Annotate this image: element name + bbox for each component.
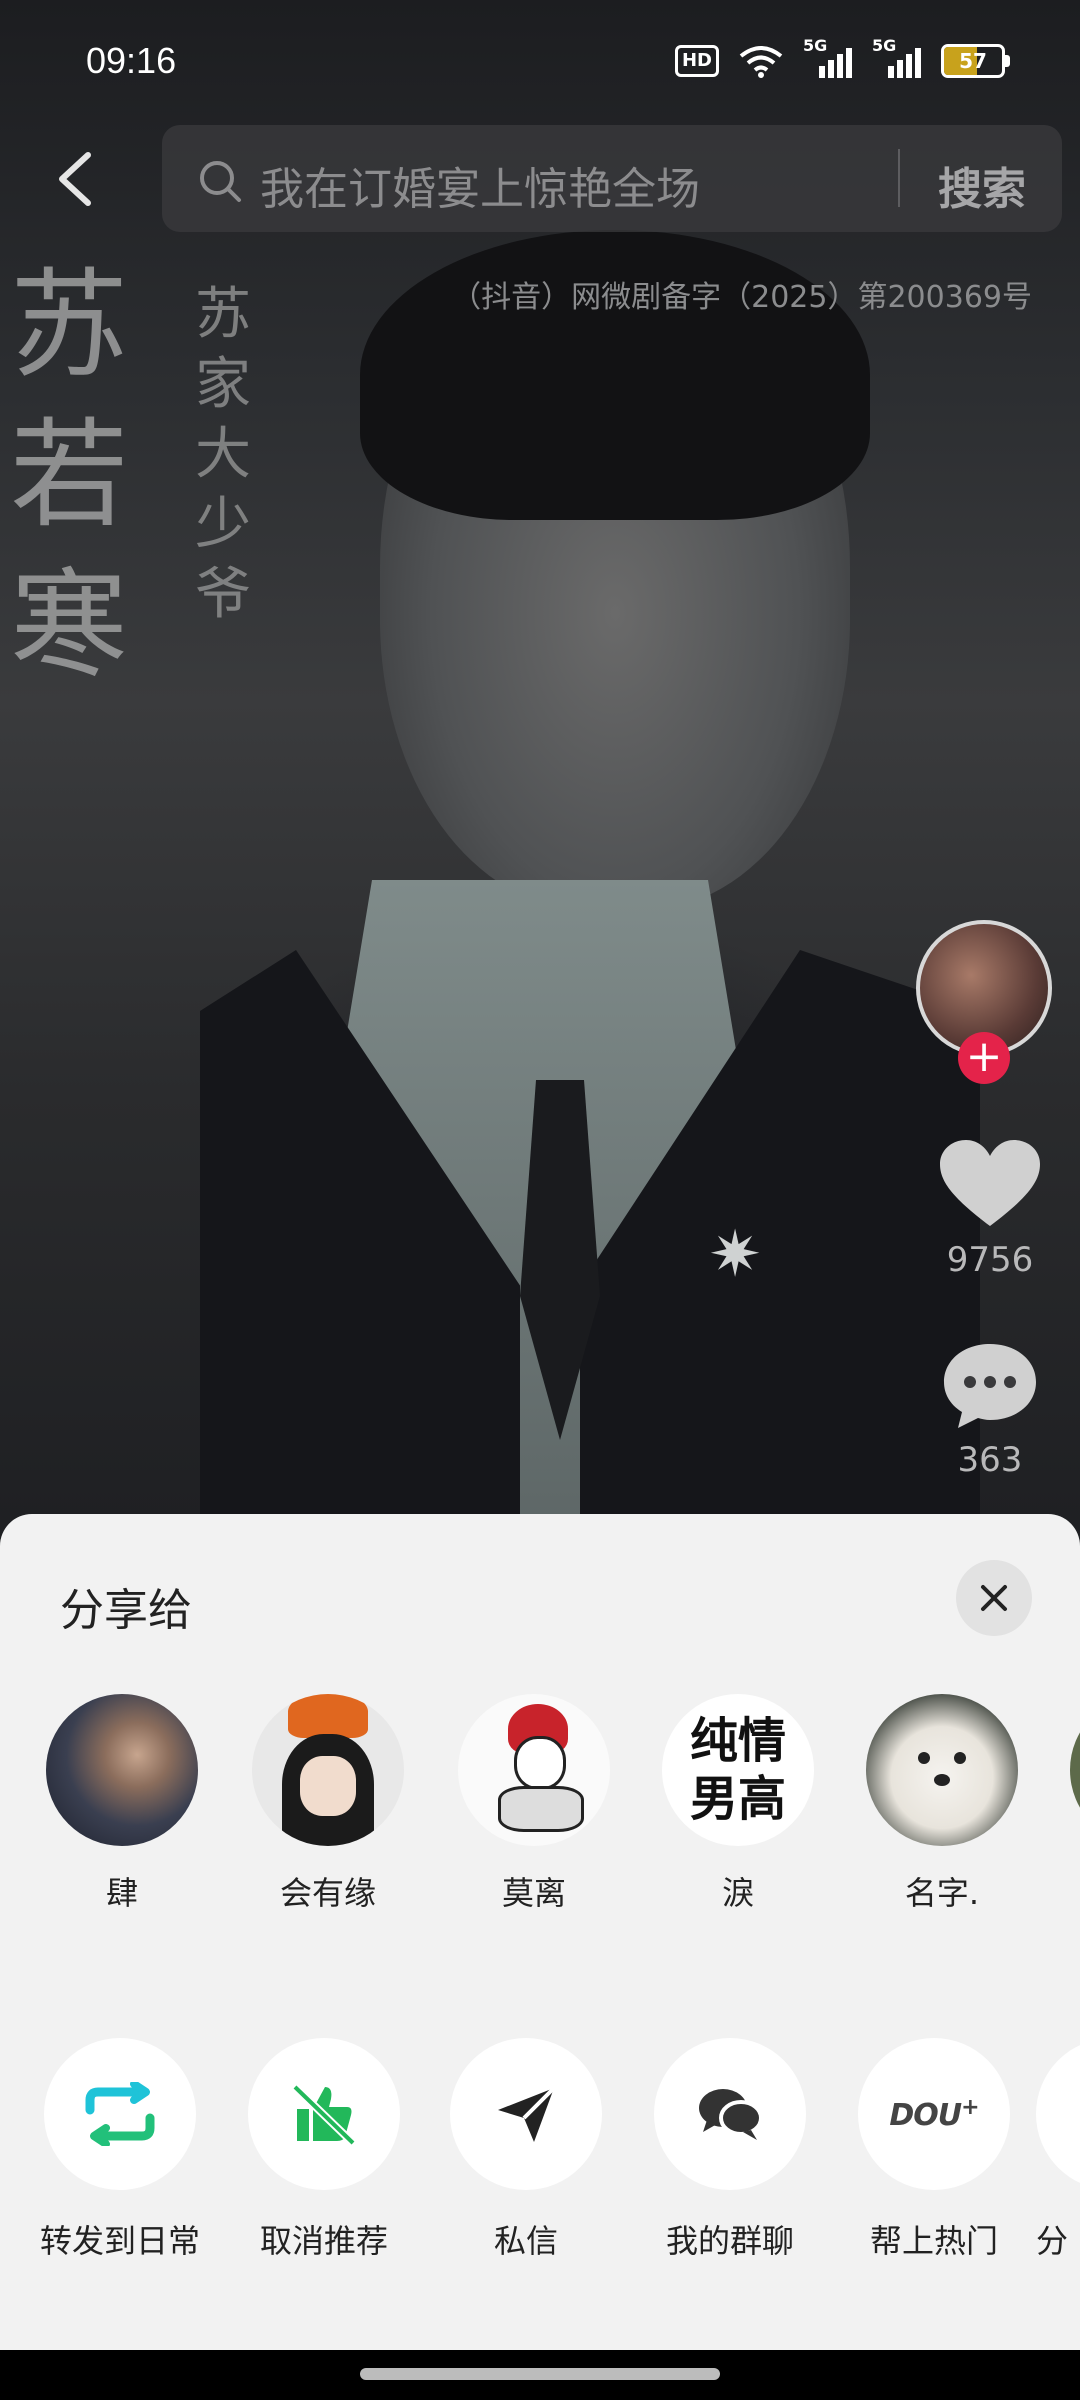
system-nav-bar xyxy=(0,2350,1080,2400)
repost-label: 转发到日常 xyxy=(39,2222,200,2260)
dou-plus-button[interactable]: DOU+ 帮上热门 xyxy=(834,2038,1034,2262)
contact-avatar: 纯情 男高 xyxy=(662,1694,814,1846)
close-button[interactable] xyxy=(956,1560,1032,1636)
cancel-recommend-icon xyxy=(292,2084,356,2145)
search-button[interactable]: 搜索 xyxy=(938,153,1026,217)
more-share-button[interactable]: 分 xyxy=(1036,2038,1080,2262)
contact-item[interactable]: 名字. xyxy=(852,1694,1032,1914)
contact-item[interactable]: 纯情 男高 淚 xyxy=(648,1694,828,1914)
group-chat-button[interactable]: 我的群聊 xyxy=(630,2038,830,2262)
cancel-recommend-circle xyxy=(248,2038,400,2190)
contact-item[interactable]: 会有缘 xyxy=(238,1694,418,1914)
network-type-2: 5G xyxy=(872,36,897,55)
hd-voice-icon: HD xyxy=(674,45,719,77)
dou-plus-icon: DOU+ xyxy=(889,2095,979,2133)
contact-name: 莫离 xyxy=(501,1874,566,1912)
close-icon xyxy=(981,1585,1007,1611)
status-time: 09:16 xyxy=(86,40,177,81)
repost-button[interactable]: 转发到日常 xyxy=(20,2038,220,2262)
calligraphy-name: 苏若寒 xyxy=(10,256,129,694)
search-row: 我在订婚宴上惊艳全场 搜索 xyxy=(0,125,1080,235)
battery-level: 57 xyxy=(959,49,987,73)
battery-icon: 57 xyxy=(941,44,1010,78)
search-divider xyxy=(898,149,900,207)
contact-name: 淚 xyxy=(721,1874,754,1912)
contact-name: 肆 xyxy=(105,1874,138,1912)
comment-count: 363 xyxy=(957,1440,1023,1480)
search-box[interactable]: 我在订婚宴上惊艳全场 搜索 xyxy=(162,125,1062,232)
contact-name: 会有缘 xyxy=(279,1874,376,1912)
brooch-icon: ✷ xyxy=(708,1218,762,1292)
follow-plus-icon[interactable]: + xyxy=(958,1032,1010,1084)
comment-icon xyxy=(944,1344,1036,1428)
screen: ✷ 苏若寒 苏家大少爷 （抖音）网微剧备字（2025）第200369号 09:1… xyxy=(0,0,1080,2400)
home-indicator[interactable] xyxy=(360,2368,720,2380)
contact-name: 名字. xyxy=(904,1874,980,1912)
private-message-button[interactable]: 私信 xyxy=(426,2038,626,2262)
repost-icon xyxy=(85,2082,155,2146)
contact-avatar xyxy=(458,1694,610,1846)
more-share-circle xyxy=(1036,2038,1080,2190)
dou-plus-circle: DOU+ xyxy=(858,2038,1010,2190)
contact-avatar xyxy=(46,1694,198,1846)
wifi-icon xyxy=(739,46,783,78)
contact-item[interactable]: 肆 xyxy=(32,1694,212,1914)
license-text: （抖音）网微剧备字（2025）第200369号 xyxy=(451,280,1032,315)
contact-item-partial[interactable] xyxy=(1070,1694,1080,1846)
group-chat-label: 我的群聊 xyxy=(665,2222,794,2260)
dou-plus-label: 帮上热门 xyxy=(869,2222,998,2260)
private-message-circle xyxy=(450,2038,602,2190)
group-chat-circle xyxy=(654,2038,806,2190)
share-sheet-title: 分享给 xyxy=(60,1585,192,1636)
status-bar: 09:16 HD 5G 5G 57 xyxy=(0,0,1080,120)
calligraphy-title: 苏家大少爷 xyxy=(195,282,251,627)
repost-circle xyxy=(44,2038,196,2190)
dou-plus-icon-text: DOU xyxy=(889,2098,962,2133)
like-button[interactable]: 9756 xyxy=(910,1140,1070,1280)
group-chat-icon xyxy=(699,2089,763,2140)
more-share-label: 分 xyxy=(1036,2222,1069,2260)
heart-icon xyxy=(940,1140,1040,1226)
search-input[interactable]: 我在订婚宴上惊艳全场 xyxy=(260,153,700,217)
contact-avatar-text: 纯情 xyxy=(689,1713,786,1769)
send-icon xyxy=(498,2086,556,2142)
like-count: 9756 xyxy=(946,1240,1034,1280)
contact-avatar xyxy=(866,1694,1018,1846)
contact-avatar xyxy=(252,1694,404,1846)
contact-avatar xyxy=(1070,1694,1080,1846)
contact-avatar-text: 男高 xyxy=(689,1771,786,1827)
contact-list: 肆 会有缘 莫离 纯情 男高 淚 名字. xyxy=(0,1694,1080,1912)
share-sheet: 分享给 肆 会有缘 莫离 纯情 男高 淚 名字. 转发到日常 取消推荐 私信 我… xyxy=(0,1514,1080,2350)
signal-icon-1: 5G xyxy=(803,36,852,78)
search-icon xyxy=(200,161,241,202)
back-arrow-icon[interactable] xyxy=(52,151,102,207)
contact-item[interactable]: 莫离 xyxy=(444,1694,624,1914)
cancel-recommend-button[interactable]: 取消推荐 xyxy=(224,2038,424,2262)
signal-icon-2: 5G xyxy=(872,36,921,78)
private-message-label: 私信 xyxy=(493,2222,558,2260)
network-type-1: 5G xyxy=(803,36,828,55)
cancel-recommend-label: 取消推荐 xyxy=(259,2222,388,2260)
status-icons: HD 5G 5G 57 xyxy=(674,36,1010,78)
comment-button[interactable]: 363 xyxy=(910,1340,1070,1480)
